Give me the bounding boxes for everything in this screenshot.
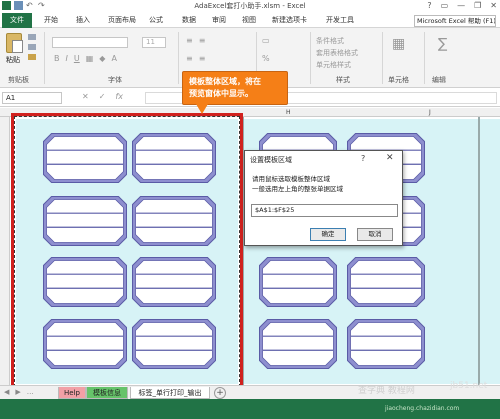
help-button[interactable]: ?	[427, 1, 431, 10]
sheet-tab-help[interactable]: Help	[58, 387, 86, 399]
tab-data[interactable]: 数据	[182, 15, 196, 25]
editing-icon[interactable]: ∑	[438, 36, 447, 52]
dialog-help-icon[interactable]: ?	[361, 154, 365, 163]
align-middle-icon[interactable]: ≡	[199, 36, 206, 45]
label-card	[346, 256, 436, 307]
label-card	[258, 256, 348, 307]
align-bottom-row: ≡ ≡	[186, 54, 205, 63]
add-sheet-button[interactable]: +	[214, 387, 226, 399]
table-format-button[interactable]: 套用表格格式	[316, 48, 358, 58]
range-input[interactable]: $A$1:$F$25	[251, 204, 398, 217]
label-card	[346, 318, 436, 369]
title-bar: ↶ ↷ AdaExcel套打小助手.xlsm - Excel ? ▭ — ❐ ✕	[0, 0, 500, 13]
formula-buttons: ✕ ✓ fx	[82, 92, 123, 101]
dialog-prompt-1: 请用鼠标选取模板整体区域	[252, 175, 330, 183]
fx-icon[interactable]: fx	[115, 92, 123, 101]
column-header-j[interactable]: J	[429, 109, 431, 116]
border-icon[interactable]: ▦	[86, 54, 94, 63]
row-header-bar	[0, 117, 10, 385]
ok-button[interactable]: 确定	[310, 228, 346, 241]
paste-label[interactable]: 粘贴	[6, 55, 20, 65]
font-color-icon[interactable]: A	[111, 54, 116, 63]
page-break-line	[478, 117, 480, 385]
ribbon-display-button[interactable]: ▭	[441, 1, 449, 10]
cancel-button[interactable]: 取消	[357, 228, 393, 241]
name-box[interactable]: A1	[2, 92, 62, 104]
sheet-tab-label-output[interactable]: 标签_单行打印_输出	[130, 387, 210, 399]
tab-file[interactable]: 文件	[2, 13, 32, 28]
italic-icon[interactable]: I	[66, 54, 68, 63]
paste-icon[interactable]	[6, 33, 23, 53]
label-card	[258, 318, 348, 369]
enter-icon[interactable]: ✓	[99, 92, 106, 101]
minimize-button[interactable]: —	[457, 1, 465, 10]
close-button[interactable]: ✕	[490, 1, 497, 10]
dialog-close-icon[interactable]: ✕	[386, 153, 394, 163]
watermark: jiaocheng.chazidian.com	[385, 405, 460, 412]
conditional-format-button[interactable]: 条件格式	[316, 36, 344, 46]
sheet-nav: ◀ ▶ …	[4, 388, 34, 396]
prev-sheet-icon[interactable]: ◀	[4, 388, 9, 396]
tab-review[interactable]: 审阅	[212, 15, 226, 25]
tab-formulas[interactable]: 公式	[149, 15, 163, 25]
align-top-icon[interactable]: ≡	[186, 36, 193, 45]
dialog-prompt-2: 一般选用左上角的整张单据区域	[252, 185, 343, 193]
copy-icon[interactable]	[28, 44, 36, 50]
align-left-icon[interactable]: ≡	[186, 54, 193, 63]
dialog-title: 设置模板区域	[250, 156, 292, 164]
font-group-label: 字体	[108, 76, 122, 84]
number-format-icon[interactable]: ▭	[262, 36, 270, 45]
sheet-tab-template-info[interactable]: 模板信息	[86, 387, 128, 399]
fill-color-icon[interactable]: ◆	[99, 54, 105, 63]
font-name-box[interactable]	[52, 37, 128, 48]
format-painter-icon[interactable]	[28, 54, 36, 60]
sheet-tabs-bar: ◀ ▶ … Help 模板信息 标签_单行打印_输出 +	[0, 385, 500, 399]
tab-home[interactable]: 开始	[44, 15, 58, 25]
highlight-frame	[11, 113, 243, 385]
underline-icon[interactable]: U	[74, 54, 80, 63]
separator	[382, 32, 383, 84]
callout-pointer	[196, 104, 208, 114]
cells-group-label[interactable]: 单元格	[388, 75, 409, 85]
tab-developer[interactable]: 开发工具	[326, 15, 354, 25]
callout-line-1: 模板整体区域，将在	[189, 77, 261, 86]
cancel-icon[interactable]: ✕	[82, 92, 89, 101]
cut-icon[interactable]	[28, 34, 36, 40]
number-format-row: ▭	[262, 36, 270, 45]
tab-view[interactable]: 视图	[242, 15, 256, 25]
tab-page-layout[interactable]: 页面布局	[108, 15, 136, 25]
bold-icon[interactable]: B	[54, 54, 60, 63]
window-title: AdaExcel套打小助手.xlsm - Excel	[194, 2, 306, 10]
tab-new[interactable]: 新建选项卡	[272, 15, 307, 25]
align-center-icon[interactable]: ≡	[199, 54, 206, 63]
window-controls: ? ▭ — ❐ ✕	[427, 1, 497, 10]
column-header-h[interactable]: H	[286, 109, 291, 116]
font-format-row: B I U ▦ ◆ A	[54, 54, 117, 63]
watermark: jb51.net	[450, 381, 488, 391]
font-size-box[interactable]: 11	[142, 37, 166, 48]
separator	[178, 32, 179, 84]
cell-styles-button[interactable]: 单元格样式	[316, 60, 351, 70]
help-search-box[interactable]: Microsoft Excel 帮助 (F1)	[414, 15, 496, 27]
separator	[424, 32, 425, 84]
cells-icon[interactable]: ▦	[392, 36, 405, 52]
clipboard-group-label: 剪贴板	[8, 76, 29, 84]
separator	[44, 32, 45, 84]
align-top-row: ≡ ≡	[186, 36, 205, 45]
ribbon-tabs: 文件 开始 插入 页面布局 公式 数据 审阅 视图 新建选项卡 开发工具 Mic…	[0, 13, 500, 28]
callout-line-2: 预览窗体中显示。	[189, 89, 253, 98]
separator	[310, 32, 311, 84]
maximize-button[interactable]: ❐	[474, 1, 481, 10]
tab-insert[interactable]: 插入	[76, 15, 90, 25]
more-sheets-icon[interactable]: …	[27, 388, 34, 396]
percent-icon[interactable]: %	[262, 54, 270, 63]
percent-row: %	[262, 54, 270, 63]
editing-group-label[interactable]: 编辑	[432, 75, 446, 85]
callout-tooltip: 模板整体区域，将在 预览窗体中显示。	[182, 71, 288, 105]
watermark: 查字典 教程网	[358, 386, 415, 396]
styles-group-label: 样式	[336, 76, 350, 84]
next-sheet-icon[interactable]: ▶	[15, 388, 20, 396]
